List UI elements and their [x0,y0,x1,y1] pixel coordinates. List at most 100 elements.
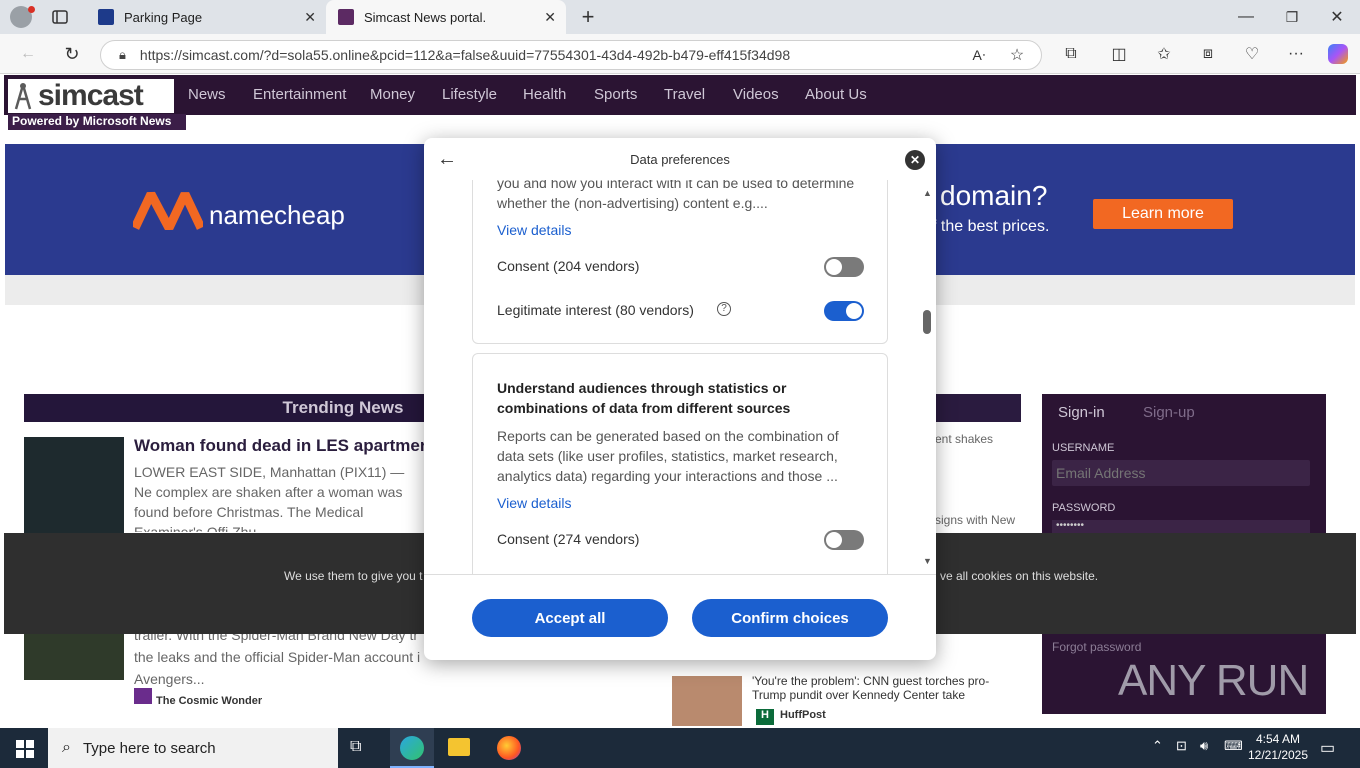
data-preferences-dialog: ← Data preferences ✕ you and how you int… [424,138,936,660]
namecheap-logo-icon [133,191,203,230]
tab-title: Simcast News portal. [364,9,487,25]
username-label: USERNAME [1052,442,1115,454]
nav-travel[interactable]: Travel [664,86,705,103]
right-article-title[interactable]: 'You're the problem': CNN guest torches … [752,674,1012,702]
consent-toggle[interactable] [824,530,864,550]
view-details-link[interactable]: View details [497,222,571,238]
read-aloud-icon[interactable]: Aᐧ [969,45,989,65]
nav-sports[interactable]: Sports [594,86,637,103]
network-icon[interactable]: ⊡ [1176,738,1187,754]
article-thumbnail[interactable] [672,676,742,726]
collections-icon[interactable]: ⧈ [1197,44,1219,64]
right-article-snippet[interactable]: signs with New [935,513,1015,527]
search-icon: ⌕ [62,739,71,756]
windows-taskbar: ⌕ Type here to search ⧉ ⌃ ⊡ 🔊︎ ⌨ 4:54 AM… [0,728,1360,768]
volume-icon[interactable]: 🔊︎ [1200,738,1208,754]
edge-taskbar-button[interactable] [390,728,434,768]
browser-essentials-icon[interactable]: ♡ [1241,44,1263,64]
notification-dot-icon [28,6,35,13]
task-view-icon[interactable]: ⧉ [350,738,370,758]
confirm-choices-button[interactable]: Confirm choices [692,599,888,637]
language-icon[interactable]: ⌨ [1224,738,1243,754]
purpose-card: Understand audiences through statistics … [472,353,888,574]
nav-entertainment[interactable]: Entertainment [253,86,346,103]
site-info-icon[interactable]: 🔒︎ [119,47,126,63]
restore-icon[interactable]: ❐ [1280,6,1304,28]
clock-time[interactable]: 4:54 AM [1248,732,1308,746]
minimize-icon[interactable]: — [1234,6,1258,28]
password-label: PASSWORD [1052,502,1116,514]
back-icon[interactable]: ← [16,42,40,66]
tab-title: Parking Page [124,9,203,25]
article-title[interactable]: Woman found dead in LES apartment [134,436,424,456]
show-hidden-icons-icon[interactable]: ⌃ [1152,738,1163,754]
address-field[interactable]: 🔒︎ https://simcast.com/?d=sola55.online&… [100,40,1042,70]
tab-signin[interactable]: Sign-in [1058,404,1105,421]
ad-learn-more-button[interactable]: Learn more [1093,199,1233,229]
right-article-snippet[interactable]: ent shakes [935,432,993,446]
cookie-text: We use them to give you t [284,569,423,583]
close-tab-icon[interactable]: ✕ [544,9,556,26]
nav-health[interactable]: Health [523,86,566,103]
view-details-link[interactable]: View details [497,495,571,511]
purpose-title: Understand audiences through statistics … [497,380,791,416]
article-thumbnail[interactable] [24,634,124,680]
taskbar-search[interactable]: ⌕ Type here to search [48,728,338,768]
article-thumbnail[interactable] [24,437,124,533]
source-logo-icon [134,688,152,704]
scroll-up-icon[interactable]: ▲ [923,188,932,198]
powered-by: Powered by Microsoft News [8,114,186,130]
refresh-icon[interactable]: ↻ [60,42,84,66]
scrollbar-thumb[interactable] [923,310,931,334]
firefox-icon[interactable] [497,736,521,760]
simcast-logo[interactable]: simcast [8,79,174,113]
purpose-description: you and how you interact with it can be … [497,180,855,211]
tab-parking-page[interactable]: Parking Page ✕ [86,0,326,34]
close-window-icon[interactable]: ✕ [1325,6,1349,28]
accept-all-button[interactable]: Accept all [472,599,668,637]
ad-subline: f the best prices. [932,218,1050,235]
tower-logo-icon [14,83,32,110]
favorites-icon[interactable]: ✩ [1153,44,1175,64]
tab-simcast[interactable]: Simcast News portal. ✕ [326,0,566,34]
consent-toggle[interactable] [824,257,864,277]
clock-date[interactable]: 12/21/2025 [1242,748,1314,762]
consent-label: Consent (274 vendors) [497,531,640,547]
new-tab-icon[interactable]: + [576,4,600,29]
nav-money[interactable]: Money [370,86,415,103]
notifications-icon[interactable]: ▭ [1320,738,1335,758]
forgot-password-link[interactable]: Forgot password [1052,640,1141,654]
article-source[interactable]: HuffPost [780,709,826,721]
nav-videos[interactable]: Videos [733,86,779,103]
simcast-favicon-icon [338,9,354,25]
cookie-text: ve all cookies on this website. [940,569,1099,583]
file-explorer-icon[interactable] [448,738,470,756]
edge-icon [400,736,424,760]
nav-lifestyle[interactable]: Lifestyle [442,86,497,103]
tab-signup[interactable]: Sign-up [1143,404,1195,421]
scroll-down-icon[interactable]: ▼ [923,556,932,566]
logo-text: simcast [38,79,144,112]
start-button[interactable] [16,740,34,763]
help-icon[interactable]: ? [717,302,731,316]
extensions-icon[interactable]: ⧉ [1060,44,1082,64]
close-dialog-icon[interactable]: ✕ [905,150,925,170]
nav-news[interactable]: News [188,86,226,103]
search-placeholder: Type here to search [82,739,216,757]
ad-brand: namecheap [209,200,345,230]
url-text: https://simcast.com/?d=sola55.online&pci… [139,47,791,63]
article-excerpt: LOWER EAST SIDE, Manhattan (PIX11) — Ne … [134,464,405,532]
legitimate-interest-label: Legitimate interest (80 vendors) [497,302,694,318]
nav-about-us[interactable]: About Us [805,86,867,103]
preferences-scroll-area[interactable]: you and how you interact with it can be … [424,180,920,574]
favorite-star-icon[interactable]: ☆ [1007,45,1027,65]
email-input[interactable] [1052,460,1310,486]
legitimate-interest-toggle[interactable] [824,301,864,321]
split-screen-icon[interactable]: ◫ [1108,44,1130,64]
password-input[interactable]: •••••••• [1052,520,1310,534]
more-menu-icon[interactable]: ··· [1285,44,1307,64]
tab-actions-icon[interactable] [50,8,70,26]
article-source[interactable]: The Cosmic Wonder [156,695,262,707]
copilot-icon[interactable] [1328,44,1348,64]
close-tab-icon[interactable]: ✕ [304,9,316,26]
